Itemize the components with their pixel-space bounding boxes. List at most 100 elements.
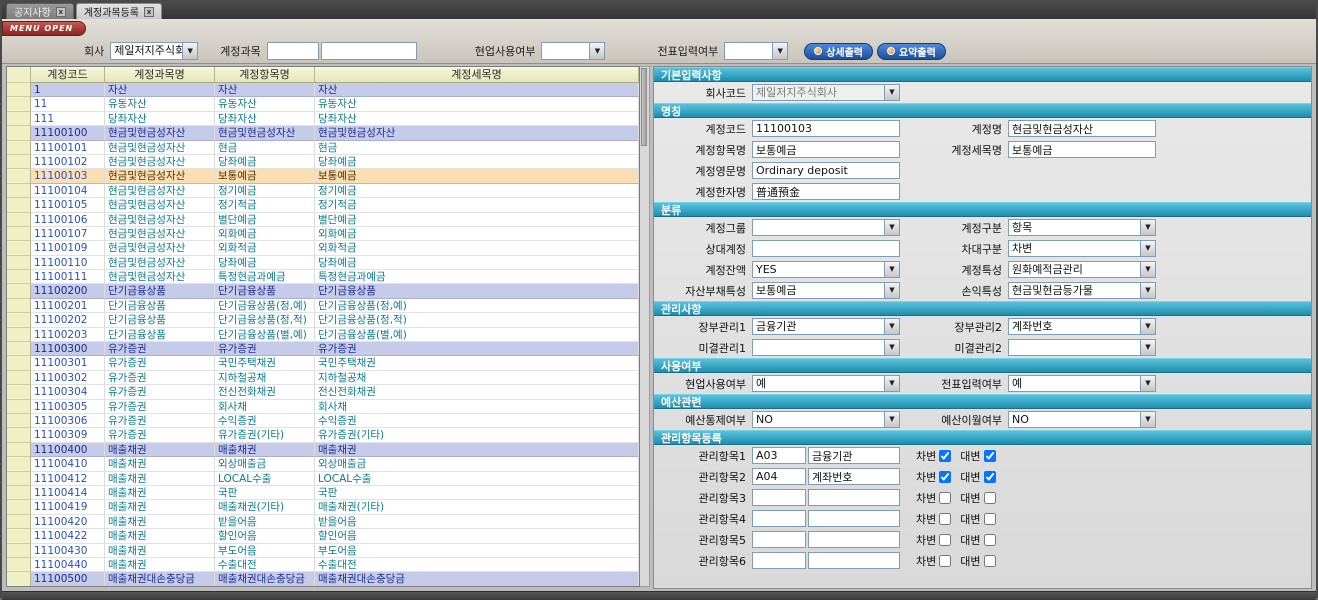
mgmt-item-2-credit-checkbox[interactable] xyxy=(984,471,996,483)
mgmt-item-3-name-input[interactable] xyxy=(808,489,900,506)
company-filter-select[interactable]: 제일저지주식회사 ▼ xyxy=(110,42,198,60)
table-row[interactable]: 11100107현금및현금성자산외화예금외화예금 xyxy=(7,227,639,241)
account-hanja-name-input[interactable] xyxy=(752,183,900,200)
table-row[interactable]: 11100500매출채권대손충당금매출채권대손충당금매출채권대손충당금 xyxy=(7,572,639,586)
mgmt-item-4-debit-checkbox[interactable] xyxy=(939,513,951,525)
summary-print-button[interactable]: 요약출력 xyxy=(877,43,946,60)
table-row[interactable]: 11100110현금및현금성자산당좌예금당좌예금 xyxy=(7,256,639,270)
account-item-name-input[interactable] xyxy=(752,141,900,158)
menu-open-button[interactable]: MENU OPEN xyxy=(2,21,86,36)
mgmt-item-6-credit-checkbox[interactable] xyxy=(984,555,996,567)
table-row[interactable]: 11100200단기금융상품단기금융상품단기금융상품 xyxy=(7,284,639,298)
debit-credit-division-select[interactable]: 차변▼ xyxy=(1008,240,1156,257)
table-row[interactable]: 11100430매출채권부도어음부도어음 xyxy=(7,544,639,558)
mgmt-item-6-name-input[interactable] xyxy=(808,552,900,569)
mgmt-item-6-debit-checkbox[interactable] xyxy=(939,555,951,567)
table-row[interactable]: 11100422매출채권할인어음할인어음 xyxy=(7,529,639,543)
mgmt-item-4-code-input[interactable] xyxy=(752,510,806,527)
slip-entry-select[interactable]: 예▼ xyxy=(1008,375,1156,392)
mgmt-item-5-debit-checkbox[interactable] xyxy=(939,534,951,546)
mgmt-item-4-credit-checkbox[interactable] xyxy=(984,513,996,525)
detail-print-button[interactable]: 상세출력 xyxy=(804,43,873,60)
table-row[interactable]: 11100111현금및현금성자산특정현금과예금특정현금과예금 xyxy=(7,270,639,284)
table-row[interactable]: 111당좌자산당좌자산당좌자산 xyxy=(7,112,639,126)
mgmt-item-1-code-input[interactable] xyxy=(752,447,806,464)
table-row[interactable]: 11100102현금및현금성자산당좌예금당좌예금 xyxy=(7,155,639,169)
field-use-select[interactable]: 예▼ xyxy=(752,375,900,392)
tab-close-icon[interactable]: x xyxy=(144,7,154,17)
account-english-name-input[interactable] xyxy=(752,162,900,179)
slip-entry-filter-select[interactable]: ▼ xyxy=(724,42,788,60)
table-row[interactable]: 11100410매출채권외상매출금외상매출금 xyxy=(7,457,639,471)
ledger-mgmt-1-select[interactable]: 금융기관▼ xyxy=(752,318,900,335)
mgmt-item-3-code-input[interactable] xyxy=(752,489,806,506)
table-row[interactable]: 11100201단기금융상품단기금융상품(정,예)단기금융상품(정,예) xyxy=(7,299,639,313)
table-row[interactable]: 11100305유가증권회사채회사채 xyxy=(7,400,639,414)
table-row[interactable]: 11100203단기금융상품단기금융상품(별,예)단기금융상품(별,예) xyxy=(7,328,639,342)
table-row[interactable]: 11100420매출채권받을어음받을어음 xyxy=(7,515,639,529)
table-row[interactable]: 11100300유가증권유가증권유가증권 xyxy=(7,342,639,356)
table-row[interactable]: 11유동자산유동자산유동자산 xyxy=(7,97,639,111)
table-scrollbar[interactable] xyxy=(640,66,650,587)
mgmt-item-3-debit-checkbox[interactable] xyxy=(939,492,951,504)
account-code-input[interactable] xyxy=(752,120,900,137)
table-row[interactable]: 11100412매출채권LOCAL수출LOCAL수출 xyxy=(7,472,639,486)
table-row[interactable]: 11100414매출채권국판국판 xyxy=(7,486,639,500)
table-row[interactable]: 1자산자산자산 xyxy=(7,83,639,97)
mgmt-item-6-code-input[interactable] xyxy=(752,552,806,569)
budget-control-select[interactable]: NO▼ xyxy=(752,411,900,428)
table-row[interactable]: 11100302유가증권지하철공채지하철공채 xyxy=(7,371,639,385)
account-balance-select[interactable]: YES▼ xyxy=(752,261,900,278)
table-row[interactable]: 11100306유가증권수익증권수익증권 xyxy=(7,414,639,428)
mgmt-item-2-debit-checkbox[interactable] xyxy=(939,471,951,483)
cell-item-name: 단기금융상품 xyxy=(215,284,315,298)
budget-carryover-select[interactable]: NO▼ xyxy=(1008,411,1156,428)
account-name-filter-input[interactable] xyxy=(321,42,417,60)
table-row[interactable]: 11100419매출채권매출채권(기타)매출채권(기타) xyxy=(7,500,639,514)
field-use-filter-select[interactable]: ▼ xyxy=(541,42,605,60)
account-characteristic-select[interactable]: 원화예적금관리▼ xyxy=(1008,261,1156,278)
mgmt-item-2-name-input[interactable] xyxy=(808,468,900,485)
account-division-select[interactable]: 항목▼ xyxy=(1008,219,1156,236)
account-hanja-name-label: 계정한자명 xyxy=(656,184,752,200)
pending-mgmt-2-select[interactable]: ▼ xyxy=(1008,339,1156,356)
tab-close-icon[interactable]: x xyxy=(56,7,66,17)
table-row[interactable]: 11100202단기금융상품단기금융상품(정,적)단기금융상품(정,적) xyxy=(7,313,639,327)
table-row[interactable]: 11100103현금및현금성자산보통예금보통예금 xyxy=(7,169,639,183)
profit-loss-characteristic-select[interactable]: 현금및현금등가물▼ xyxy=(1008,282,1156,299)
scrollbar-thumb[interactable] xyxy=(641,68,647,146)
table-row[interactable]: 11100106현금및현금성자산별단예금별단예금 xyxy=(7,213,639,227)
account-group-select[interactable]: ▼ xyxy=(752,219,900,236)
company-code-select[interactable]: 제일저지주식회사▼ xyxy=(752,84,900,101)
table-row[interactable]: 11100109현금및현금성자산외화적금외화적금 xyxy=(7,241,639,255)
tab-account-registration[interactable]: 계정과목등록 x xyxy=(76,3,162,19)
mgmt-item-5-code-input[interactable] xyxy=(752,531,806,548)
mgmt-item-5-credit-checkbox[interactable] xyxy=(984,534,996,546)
mgmt-item-3-credit-checkbox[interactable] xyxy=(984,492,996,504)
mgmt-item-5-name-input[interactable] xyxy=(808,531,900,548)
mgmt-item-1-debit-checkbox[interactable] xyxy=(939,450,951,462)
table-row[interactable]: 11100400매출채권매출채권매출채권 xyxy=(7,443,639,457)
mgmt-item-1-credit-checkbox[interactable] xyxy=(984,450,996,462)
pending-mgmt-1-select[interactable]: ▼ xyxy=(752,339,900,356)
asset-liability-characteristic-select[interactable]: 보통예금▼ xyxy=(752,282,900,299)
mgmt-item-1-name-input[interactable] xyxy=(808,447,900,464)
mgmt-item-2-code-input[interactable] xyxy=(752,468,806,485)
table-row[interactable]: 11100105현금및현금성자산정기적금정기적금 xyxy=(7,198,639,212)
account-name-input[interactable] xyxy=(1008,120,1156,137)
table-row[interactable]: 11100100현금및현금성자산현금및현금성자산현금및현금성자산 xyxy=(7,126,639,140)
account-code-filter-input[interactable] xyxy=(267,42,319,60)
table-row[interactable]: 11100301유가증권국민주택채권국민주택채권 xyxy=(7,356,639,370)
table-row[interactable]: 11100101현금및현금성자산현금현금 xyxy=(7,141,639,155)
ledger-mgmt-2-select[interactable]: 계좌번호▼ xyxy=(1008,318,1156,335)
table-row[interactable]: 11100309유가증권유가증권(기타)유가증권(기타) xyxy=(7,428,639,442)
table-row[interactable]: 11100440매출채권수출대전수출대전 xyxy=(7,558,639,572)
cell-item-name: 단기금융상품(정,예) xyxy=(215,299,315,313)
account-detail-name-input[interactable] xyxy=(1008,141,1156,158)
mgmt-item-4-name-input[interactable] xyxy=(808,510,900,527)
counter-account-input[interactable] xyxy=(752,240,900,257)
tab-notice[interactable]: 공지사항 x xyxy=(6,3,74,19)
table-row[interactable]: 11100304유가증권전신전화채권전신전화채권 xyxy=(7,385,639,399)
slip-entry-filter-label: 전표입력여부 xyxy=(657,43,718,59)
table-row[interactable]: 11100104현금및현금성자산정기예금정기예금 xyxy=(7,184,639,198)
